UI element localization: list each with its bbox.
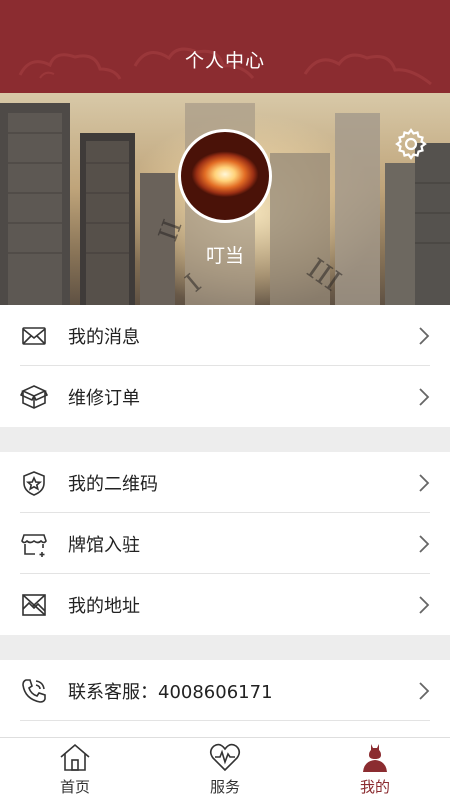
tab-label: 首页 [59, 778, 90, 796]
menu-item-label: 联系客服：4008606171 [68, 681, 273, 703]
chevron-right-icon [419, 388, 430, 406]
menu-item-my-messages[interactable]: 我的消息 [0, 305, 450, 366]
menu-item-label: 我的消息 [68, 326, 140, 348]
menu-item-my-address[interactable]: 我的地址 [0, 574, 450, 635]
map-icon [22, 594, 46, 616]
menu-item-store-join[interactable]: 牌馆入驻 [0, 513, 450, 574]
profile-icon [363, 744, 387, 772]
heart-pulse-icon [209, 743, 241, 772]
tab-mine[interactable]: 我的 [300, 738, 450, 800]
menu-item-label: 我的地址 [68, 595, 140, 617]
menu-group-1: 我的消息 维修订单 [0, 305, 450, 427]
chevron-right-icon [419, 682, 430, 700]
chevron-right-icon [419, 327, 430, 345]
menu-group-3: 联系客服：4008606171 [0, 660, 450, 737]
tab-service[interactable]: 服务 [150, 738, 300, 800]
box-icon [20, 385, 48, 409]
star-shield-icon [23, 471, 45, 496]
home-icon [60, 743, 90, 771]
settings-gear-icon[interactable] [394, 127, 428, 161]
profile-banner: II I III 叮当 [0, 93, 450, 305]
chevron-right-icon [419, 596, 430, 614]
page-title: 个人中心 [184, 50, 265, 72]
tab-label: 我的 [359, 778, 390, 796]
bottom-tab-bar: 首页 服务 我的 [0, 737, 450, 800]
tab-label: 服务 [209, 778, 240, 796]
tab-home[interactable]: 首页 [0, 738, 150, 800]
avatar[interactable] [178, 129, 272, 223]
top-bar: 个人中心 [0, 0, 450, 93]
menu-item-label: 牌馆入驻 [68, 534, 140, 556]
chevron-right-icon [419, 474, 430, 492]
envelope-icon [22, 327, 46, 345]
divider [20, 720, 430, 721]
username: 叮当 [205, 245, 244, 267]
menu-item-label: 我的二维码 [68, 473, 158, 495]
menu-group-2: 我的二维码 牌馆入驻 我的地址 [0, 452, 450, 635]
menu-item-customer-service[interactable]: 联系客服：4008606171 [0, 660, 450, 721]
phone-icon [22, 679, 46, 703]
menu-item-my-qr-code[interactable]: 我的二维码 [0, 452, 450, 513]
store-add-icon [21, 534, 47, 557]
menu-item-label: 维修订单 [68, 387, 140, 409]
chevron-right-icon [419, 535, 430, 553]
menu-item-repair-orders[interactable]: 维修订单 [0, 366, 450, 427]
